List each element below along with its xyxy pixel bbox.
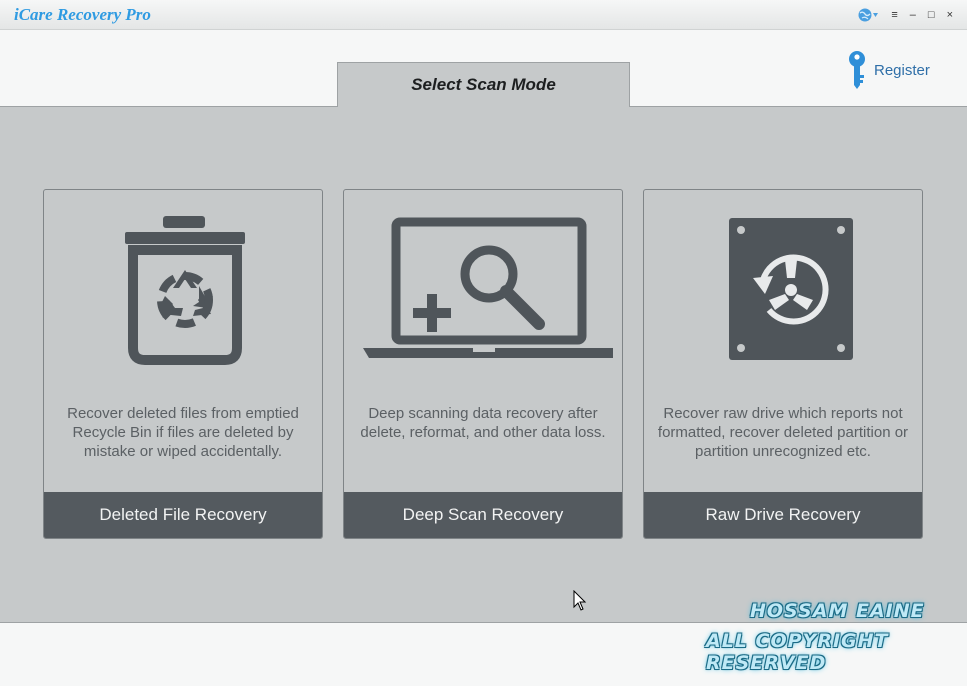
deep-scan-recovery-button[interactable]: Deep Scan Recovery xyxy=(344,492,622,538)
raw-drive-icon xyxy=(644,208,922,368)
deleted-file-recovery-button[interactable]: Deleted File Recovery xyxy=(44,492,322,538)
watermark: HOSSAM EAINE ALL COPYRIGHT RESERVED xyxy=(700,598,952,674)
tab-select-scan-mode[interactable]: Select Scan Mode xyxy=(337,62,630,107)
close-button[interactable]: × xyxy=(947,6,953,24)
deep-scan-recovery-card[interactable]: Deep scanning data recovery after delete… xyxy=(343,189,623,539)
key-icon xyxy=(846,50,868,90)
deleted-file-recovery-card[interactable]: Recover deleted files from emptied Recyc… xyxy=(43,189,323,539)
recycle-bin-icon xyxy=(44,208,322,368)
mouse-cursor-icon xyxy=(573,589,587,612)
app-title: iCare Recovery Pro xyxy=(14,5,151,24)
minimize-button[interactable]: – xyxy=(910,6,916,24)
title-bar: iCare Recovery Pro ≡ – □ × xyxy=(0,0,967,30)
window-controls: ≡ – □ × xyxy=(857,6,953,24)
raw-drive-recovery-card[interactable]: Recover raw drive which reports not form… xyxy=(643,189,923,539)
card-description: Recover deleted files from emptied Recyc… xyxy=(67,405,299,460)
register-link[interactable]: Register xyxy=(846,50,930,90)
card-description: Recover raw drive which reports not form… xyxy=(657,405,909,460)
card-description: Deep scanning data recovery after delete… xyxy=(360,405,606,441)
globe-icon[interactable] xyxy=(857,6,879,24)
watermark-line-1: HOSSAM EAINE xyxy=(750,600,925,622)
deep-scan-laptop-icon xyxy=(344,208,622,368)
maximize-button[interactable]: □ xyxy=(928,6,935,24)
register-label: Register xyxy=(874,61,930,79)
menu-icon[interactable]: ≡ xyxy=(891,6,897,24)
watermark-line-2: ALL COPYRIGHT RESERVED xyxy=(706,630,889,674)
raw-drive-recovery-button[interactable]: Raw Drive Recovery xyxy=(644,492,922,538)
